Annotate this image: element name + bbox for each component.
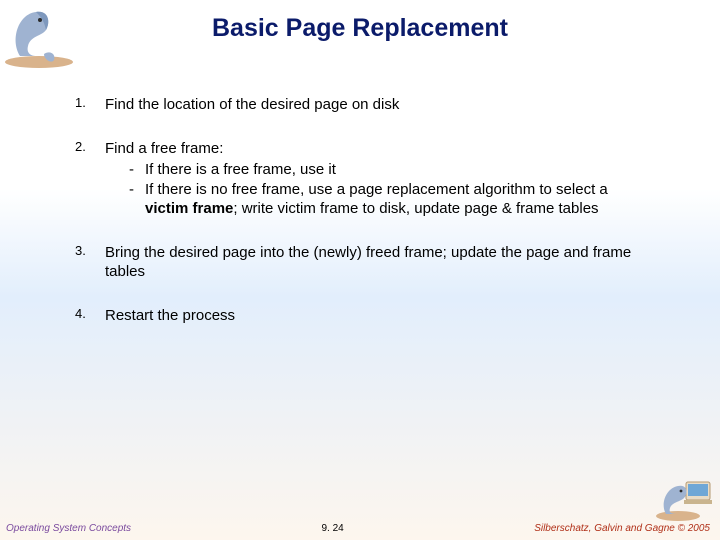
item-number: 4. xyxy=(75,306,105,326)
footer-page-number: 9. 24 xyxy=(131,523,534,534)
item-text: Restart the process xyxy=(105,306,650,326)
item-text: Bring the desired page into the (newly) … xyxy=(105,243,650,282)
list-item: 1. Find the location of the desired page… xyxy=(75,95,650,115)
item-text: Find a free frame: xyxy=(105,139,650,159)
victim-frame-term: victim frame xyxy=(145,200,233,217)
sub-list: - If there is a free frame, use it - If … xyxy=(129,160,650,219)
slide-content: 1. Find the location of the desired page… xyxy=(75,95,650,349)
item-body: Find a free frame: - If there is a free … xyxy=(105,139,650,219)
item-number: 2. xyxy=(75,139,105,219)
item-number: 3. xyxy=(75,243,105,282)
dinosaur-logo-bottom-right xyxy=(654,476,714,522)
dash-bullet: - xyxy=(129,180,145,219)
footer-book-title: Operating System Concepts xyxy=(6,523,131,534)
sub-item: - If there is a free frame, use it xyxy=(129,160,650,180)
list-item: 3. Bring the desired page into the (newl… xyxy=(75,243,650,282)
dash-bullet: - xyxy=(129,160,145,180)
sub-text: If there is a free frame, use it xyxy=(145,160,336,180)
sub-text: If there is no free frame, use a page re… xyxy=(145,180,650,219)
item-number: 1. xyxy=(75,95,105,115)
slide-title: Basic Page Replacement xyxy=(0,14,720,43)
list-item: 2. Find a free frame: - If there is a fr… xyxy=(75,139,650,219)
slide-footer: Operating System Concepts 9. 24 Silbersc… xyxy=(0,523,720,534)
footer-authors: Silberschatz, Galvin and Gagne © 2005 xyxy=(534,523,710,534)
list-item: 4. Restart the process xyxy=(75,306,650,326)
sub-item: - If there is no free frame, use a page … xyxy=(129,180,650,219)
item-text: Find the location of the desired page on… xyxy=(105,95,650,115)
